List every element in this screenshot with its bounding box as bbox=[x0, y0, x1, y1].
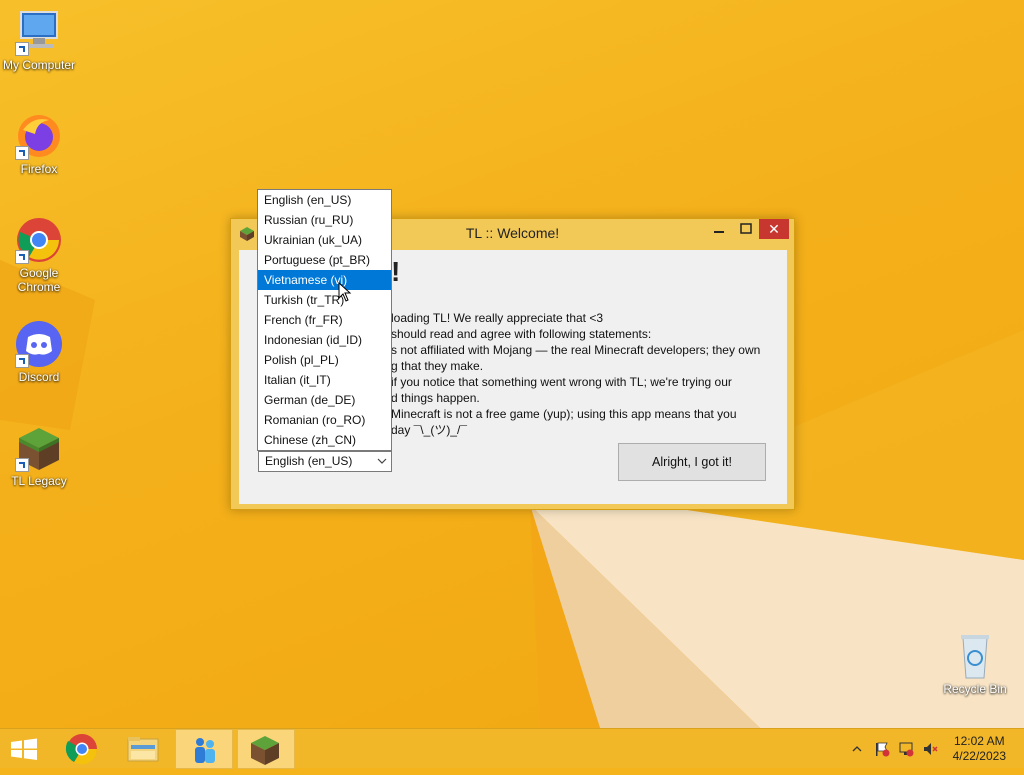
shortcut-arrow-icon bbox=[15, 146, 29, 160]
welcome-line: Minecraft is not a free game (yup); usin… bbox=[391, 407, 737, 421]
shortcut-arrow-icon bbox=[15, 42, 29, 56]
computer-icon bbox=[15, 8, 63, 56]
welcome-line: g that they make. bbox=[391, 359, 484, 373]
language-dropdown-list: English (en_US) Russian (ru_RU) Ukrainia… bbox=[257, 189, 392, 451]
shortcut-arrow-icon bbox=[15, 458, 29, 472]
desktop-icon-recycle-bin[interactable]: Recycle Bin bbox=[935, 632, 1015, 696]
chevron-down-icon bbox=[377, 458, 387, 464]
chrome-icon bbox=[65, 734, 98, 765]
language-select[interactable]: English (en_US) bbox=[258, 451, 392, 472]
desktop-icon-label: Recycle Bin bbox=[943, 682, 1007, 696]
clock-time: 12:02 AM bbox=[953, 734, 1005, 748]
desktop-icon-label: Firefox bbox=[20, 162, 58, 176]
desktop-icon-discord[interactable]: Discord bbox=[0, 320, 79, 384]
discord-icon bbox=[15, 320, 63, 368]
mouse-cursor-icon bbox=[338, 282, 352, 302]
close-button[interactable]: ✕ bbox=[759, 219, 789, 239]
minimize-button[interactable] bbox=[705, 219, 733, 239]
language-option[interactable]: Ukrainian (uk_UA) bbox=[258, 230, 391, 250]
chrome-icon bbox=[15, 216, 63, 264]
welcome-heading: ! bbox=[391, 256, 401, 287]
clock-date: 4/22/2023 bbox=[952, 749, 1006, 763]
network-icon[interactable] bbox=[898, 741, 914, 757]
tl-people-icon bbox=[195, 738, 215, 763]
language-option[interactable]: Chinese (zh_CN) bbox=[258, 430, 391, 450]
desktop-icon-label: My Computer bbox=[2, 58, 76, 72]
taskbar: 12:02 AM 4/22/2023 bbox=[0, 728, 1024, 769]
maximize-button[interactable] bbox=[733, 219, 761, 239]
system-clock[interactable]: 12:02 AM 4/22/2023 bbox=[953, 734, 1006, 764]
language-option[interactable]: Polish (pl_PL) bbox=[258, 350, 391, 370]
shortcut-arrow-icon bbox=[15, 354, 29, 368]
language-option[interactable]: German (de_DE) bbox=[258, 390, 391, 410]
windows-start-icon bbox=[11, 738, 37, 760]
desktop-icon-firefox[interactable]: Firefox bbox=[0, 112, 79, 176]
desktop-icon-my-computer[interactable]: My Computer bbox=[0, 8, 79, 72]
volume-muted-icon[interactable] bbox=[922, 741, 938, 757]
firefox-icon bbox=[15, 112, 63, 160]
shortcut-arrow-icon bbox=[15, 250, 29, 264]
welcome-line: should read and agree with following sta… bbox=[391, 327, 652, 341]
desktop-icon-label: TL Legacy bbox=[11, 474, 67, 488]
file-explorer-icon bbox=[127, 737, 159, 762]
taskbar-tl-legacy[interactable] bbox=[237, 729, 295, 769]
desktop-icon-google-chrome[interactable]: Google Chrome bbox=[0, 216, 79, 294]
taskbar-tl-people[interactable] bbox=[175, 729, 233, 769]
desktop-icon-label: Discord bbox=[18, 370, 60, 384]
show-hidden-icons-chevron-up-icon[interactable] bbox=[851, 741, 867, 757]
language-select-value: English (en_US) bbox=[265, 454, 353, 468]
language-option[interactable]: French (fr_FR) bbox=[258, 310, 391, 330]
language-option[interactable]: Italian (it_IT) bbox=[258, 370, 391, 390]
taskbar-file-explorer[interactable] bbox=[114, 729, 172, 769]
language-option[interactable]: Romanian (ro_RO) bbox=[258, 410, 391, 430]
language-option[interactable]: Portuguese (pt_BR) bbox=[258, 250, 391, 270]
close-icon: ✕ bbox=[768, 221, 780, 237]
desktop-icon-tl-legacy[interactable]: TL Legacy bbox=[0, 424, 79, 488]
taskbar-chrome[interactable] bbox=[54, 729, 112, 769]
language-option[interactable]: Turkish (tr_TR) bbox=[258, 290, 391, 310]
language-option[interactable]: English (en_US) bbox=[258, 190, 391, 210]
welcome-line: day ¯\_(ツ)_/¯ bbox=[391, 423, 467, 437]
recycle-bin-icon bbox=[951, 632, 999, 680]
minecraft-grass-block-icon bbox=[251, 736, 279, 765]
welcome-line: if you notice that something went wrong … bbox=[391, 375, 732, 389]
language-option[interactable]: Russian (ru_RU) bbox=[258, 210, 391, 230]
language-option-highlighted[interactable]: Vietnamese (vi) bbox=[258, 270, 391, 290]
start-button[interactable] bbox=[0, 729, 58, 769]
language-option[interactable]: Indonesian (id_ID) bbox=[258, 330, 391, 350]
minecraft-grass-block-icon bbox=[15, 424, 63, 472]
action-center-flag-icon[interactable] bbox=[874, 741, 890, 757]
alright-got-it-button[interactable]: Alright, I got it! bbox=[618, 443, 766, 481]
welcome-line: d things happen. bbox=[391, 391, 480, 405]
welcome-line: s not affiliated with Mojang — the real … bbox=[391, 343, 761, 357]
welcome-line: loading TL! We really appreciate that <3 bbox=[391, 311, 604, 325]
desktop-icon-label: Google Chrome bbox=[17, 266, 61, 294]
